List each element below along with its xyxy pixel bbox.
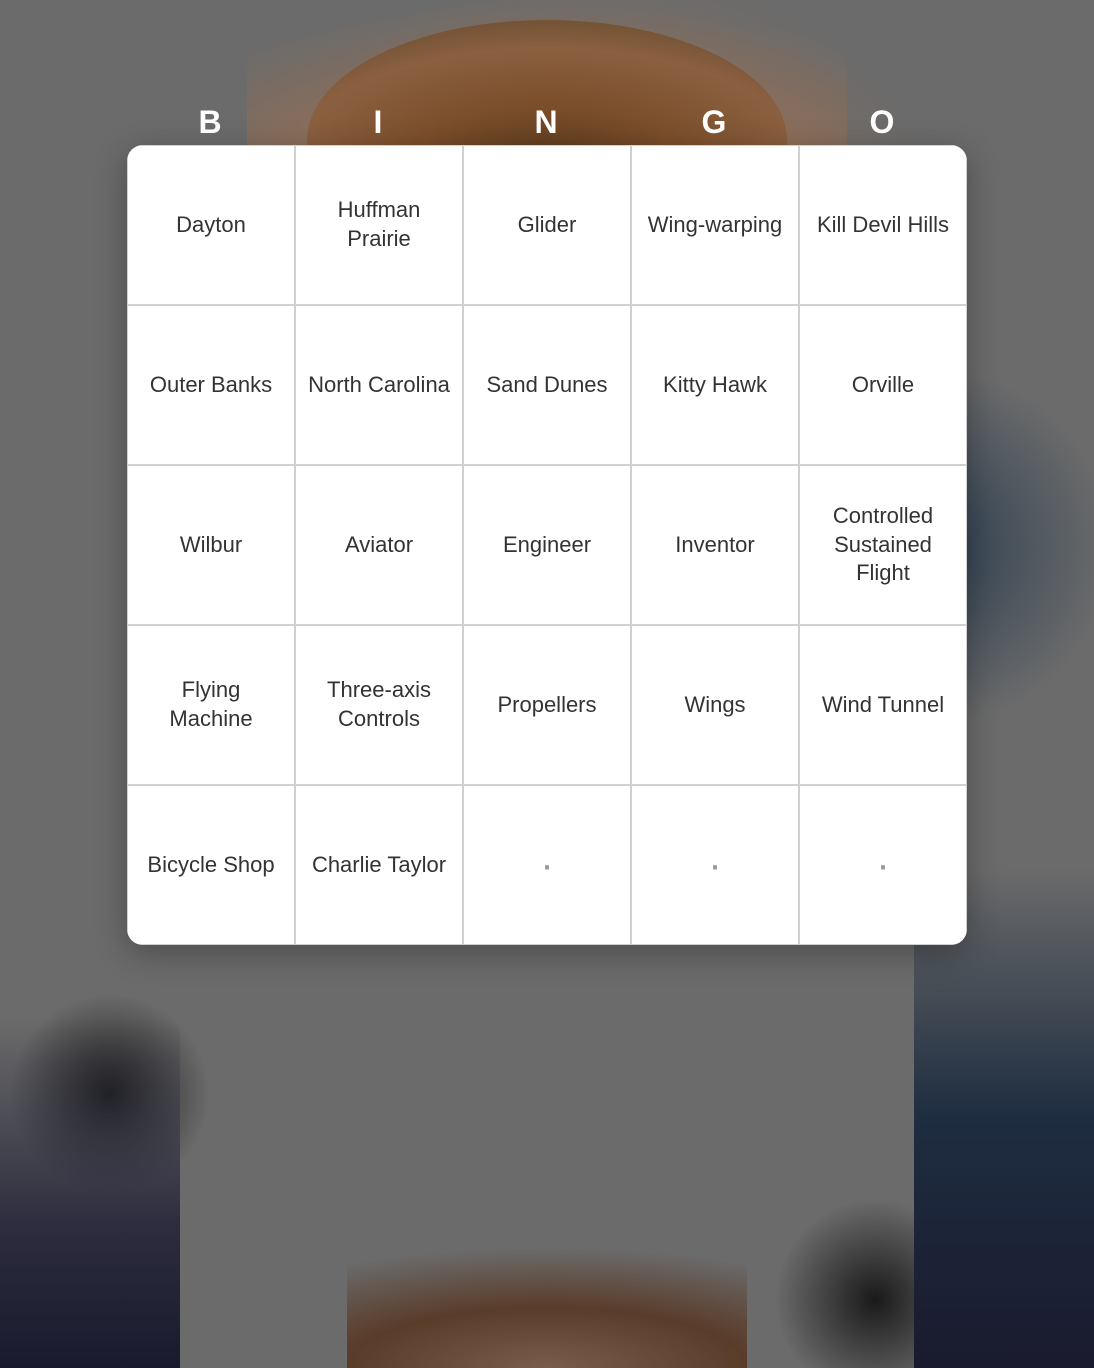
bingo-cell-r0-c4[interactable]: Kill Devil Hills — [799, 145, 967, 305]
bingo-header: BINGO — [127, 104, 967, 141]
bingo-cell-r4-c3[interactable]: · — [631, 785, 799, 945]
bingo-grid: DaytonHuffman PrairieGliderWing-warpingK… — [127, 145, 967, 945]
bingo-cell-r0-c1[interactable]: Huffman Prairie — [295, 145, 463, 305]
bingo-cell-r1-c3[interactable]: Kitty Hawk — [631, 305, 799, 465]
bingo-cell-r4-c2[interactable]: · — [463, 785, 631, 945]
bingo-cell-r2-c0[interactable]: Wilbur — [127, 465, 295, 625]
person-left — [0, 1018, 180, 1368]
bingo-cell-r1-c1[interactable]: North Carolina — [295, 305, 463, 465]
bingo-cell-r1-c4[interactable]: Orville — [799, 305, 967, 465]
bingo-cell-r2-c2[interactable]: Engineer — [463, 465, 631, 625]
bingo-cell-r0-c0[interactable]: Dayton — [127, 145, 295, 305]
bingo-cell-r0-c3[interactable]: Wing-warping — [631, 145, 799, 305]
bingo-cell-r4-c4[interactable]: · — [799, 785, 967, 945]
bingo-cell-r1-c0[interactable]: Outer Banks — [127, 305, 295, 465]
bingo-letter-g: G — [631, 104, 799, 141]
bingo-cell-r3-c1[interactable]: Three-axis Controls — [295, 625, 463, 785]
bingo-letter-b: B — [127, 104, 295, 141]
bingo-cell-r2-c3[interactable]: Inventor — [631, 465, 799, 625]
bingo-cell-r2-c1[interactable]: Aviator — [295, 465, 463, 625]
bingo-letter-o: O — [799, 104, 967, 141]
bingo-cell-r2-c4[interactable]: Controlled Sustained Flight — [799, 465, 967, 625]
bingo-letter-n: N — [463, 104, 631, 141]
bingo-card: DaytonHuffman PrairieGliderWing-warpingK… — [127, 145, 967, 945]
bingo-cell-r3-c3[interactable]: Wings — [631, 625, 799, 785]
bingo-cell-r3-c4[interactable]: Wind Tunnel — [799, 625, 967, 785]
bingo-cell-r4-c1[interactable]: Charlie Taylor — [295, 785, 463, 945]
hands-bottom — [347, 1248, 747, 1368]
bingo-cell-r3-c2[interactable]: Propellers — [463, 625, 631, 785]
bingo-cell-r1-c2[interactable]: Sand Dunes — [463, 305, 631, 465]
bingo-letter-i: I — [295, 104, 463, 141]
bingo-cell-r3-c0[interactable]: Flying Machine — [127, 625, 295, 785]
bingo-cell-r4-c0[interactable]: Bicycle Shop — [127, 785, 295, 945]
bingo-cell-r0-c2[interactable]: Glider — [463, 145, 631, 305]
